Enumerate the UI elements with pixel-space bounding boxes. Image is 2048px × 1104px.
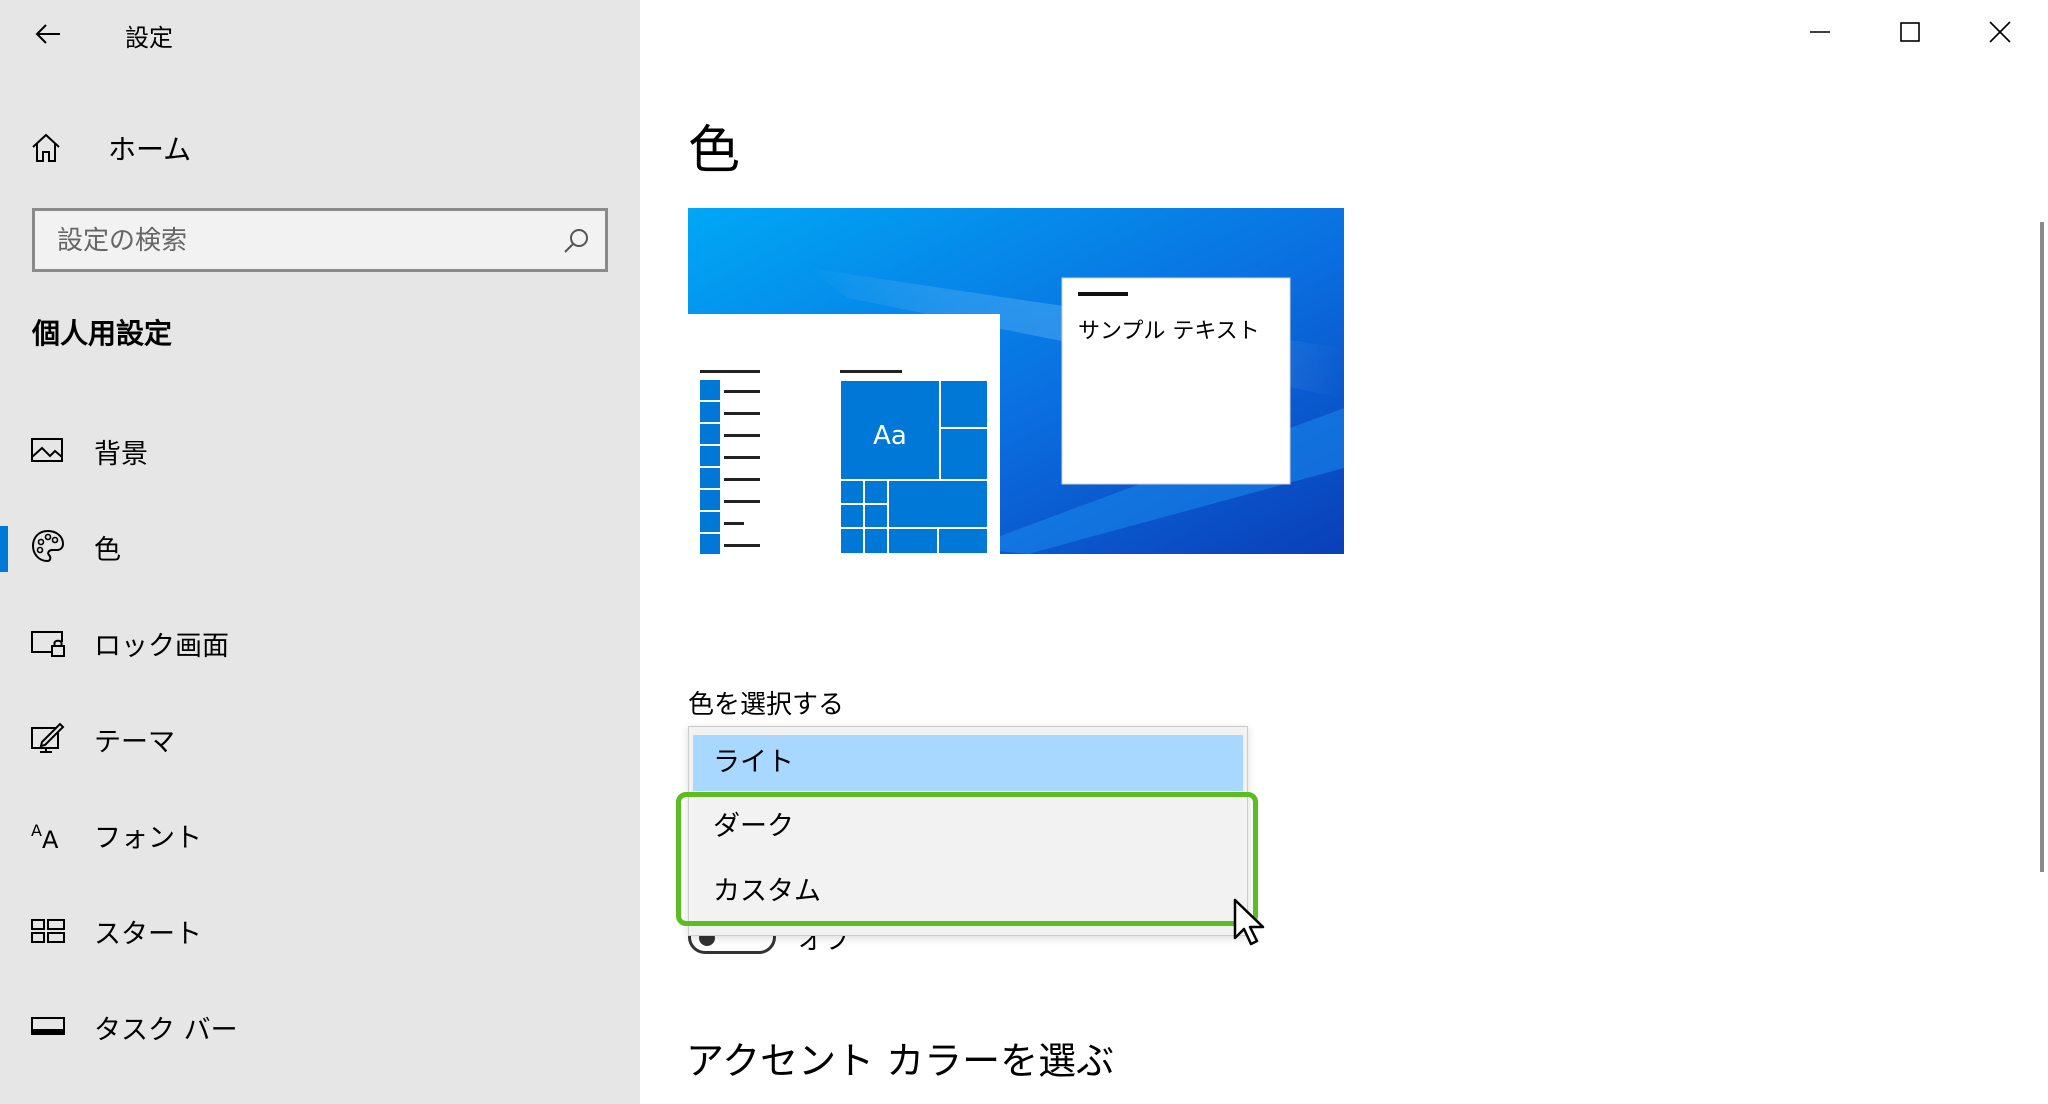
close-icon xyxy=(1989,21,2011,43)
sidebar-item-color[interactable]: 色 xyxy=(0,506,640,586)
section-title: 個人用設定 xyxy=(32,317,173,350)
svg-text:A: A xyxy=(42,826,59,852)
picture-icon xyxy=(31,438,63,462)
sidebar-item-font[interactable]: A A フォント xyxy=(0,794,640,874)
choose-color-label: 色を選択する xyxy=(688,690,845,720)
search-input[interactable] xyxy=(57,219,547,263)
app-title: 設定 xyxy=(125,24,173,52)
sidebar-item-background[interactable]: 背景 xyxy=(0,410,640,490)
back-button[interactable] xyxy=(28,14,68,54)
sidebar-item-label: スタート xyxy=(94,919,202,950)
maximize-button[interactable] xyxy=(1864,0,1956,64)
close-button[interactable] xyxy=(1954,0,2046,64)
preview-graphic: Aa サンプル テキスト xyxy=(688,208,1344,554)
minimize-button[interactable] xyxy=(1774,0,1866,64)
mouse-cursor-icon xyxy=(1233,898,1265,946)
nav-home-label: ホーム xyxy=(108,133,192,166)
font-icon: A A xyxy=(31,821,59,852)
lock-screen-icon xyxy=(31,631,65,657)
sidebar: 設定 ホーム 個人用設定 背景 色 xyxy=(0,0,640,1104)
sidebar-item-label: フォント xyxy=(94,823,202,854)
sidebar-item-lock-screen[interactable]: ロック画面 xyxy=(0,602,640,682)
minimize-icon xyxy=(1810,31,1830,33)
nav-home[interactable]: ホーム xyxy=(30,126,191,170)
search-box xyxy=(32,208,608,272)
maximize-icon xyxy=(1900,22,1920,42)
back-arrow-icon xyxy=(35,24,60,44)
sidebar-item-label: 色 xyxy=(94,535,121,566)
dropdown-option-light[interactable]: ライト xyxy=(693,735,1243,791)
page-title: 色 xyxy=(688,121,741,181)
svg-text:A: A xyxy=(31,821,42,840)
search-icon[interactable] xyxy=(561,226,591,256)
preview-tile-text: Aa xyxy=(873,421,907,451)
sidebar-item-theme[interactable]: テーマ xyxy=(0,698,640,778)
theme-preview: Aa サンプル テキスト xyxy=(688,208,1344,554)
sidebar-item-taskbar[interactable]: タスク バー xyxy=(0,986,640,1066)
theme-icon xyxy=(31,722,65,753)
preview-sample-text: サンプル テキスト xyxy=(1078,319,1260,344)
home-icon xyxy=(32,133,60,162)
scrollbar[interactable] xyxy=(2040,222,2044,872)
accent-color-title: アクセント カラーを選ぶ xyxy=(686,1039,1115,1083)
sidebar-item-label: テーマ xyxy=(94,727,175,758)
highlight-frame xyxy=(676,792,1258,926)
sidebar-item-label: ロック画面 xyxy=(94,631,229,662)
palette-icon xyxy=(31,529,65,563)
sidebar-item-label: 背景 xyxy=(94,439,148,470)
sidebar-item-start[interactable]: スタート xyxy=(0,890,640,970)
taskbar-icon xyxy=(31,1017,65,1035)
sidebar-item-label: タスク バー xyxy=(94,1015,238,1046)
start-icon xyxy=(31,919,65,943)
